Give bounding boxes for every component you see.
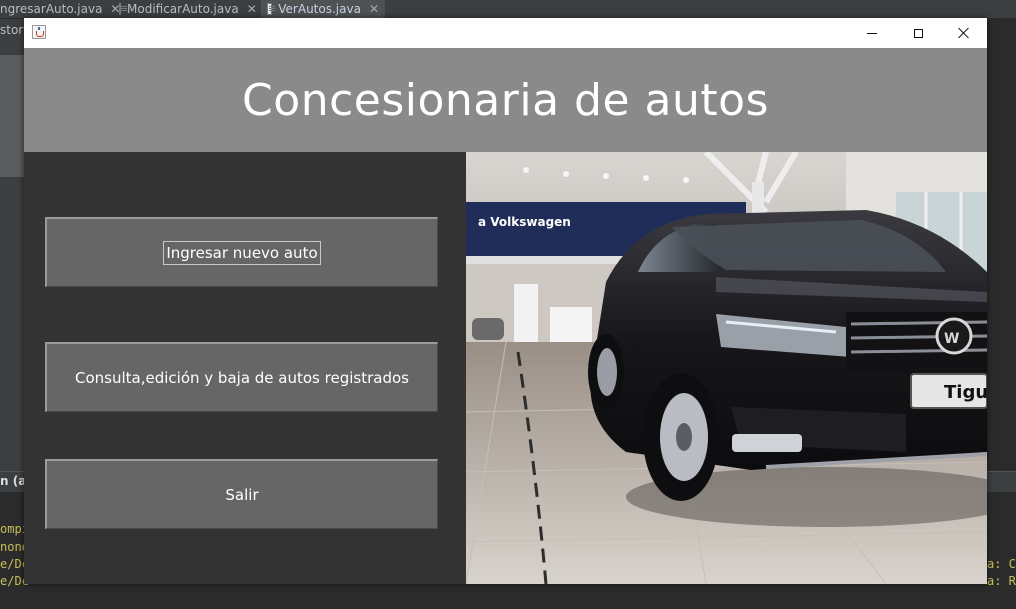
menu-panel: Ingresar nuevo auto Consulta,edición y b… (24, 152, 466, 584)
plate-text: Tigua (944, 382, 987, 403)
ide-tab-ver-autos[interactable]: VerAutos.java ✕ (261, 0, 385, 18)
button-label: Ingresar nuevo auto (163, 240, 321, 265)
minimize-icon (867, 32, 877, 34)
app-window: Concesionaria de autos Ingresar nuevo au… (24, 18, 987, 584)
showroom-car-image: a Volkswagen W Tigu (466, 152, 987, 584)
ide-tab-bar: ngresarAuto.java ✕ ModificarAuto.java ✕ … (0, 0, 1016, 19)
java-file-icon (119, 3, 127, 15)
svg-text:W: W (944, 331, 959, 347)
history-tab[interactable]: story (0, 23, 24, 37)
java-app-icon (32, 25, 46, 39)
close-icon[interactable]: ✕ (369, 2, 379, 16)
add-car-button[interactable]: Ingresar nuevo auto (45, 217, 438, 287)
exit-button[interactable]: Salir (45, 459, 438, 529)
ide-tab-modificar-auto[interactable]: ModificarAuto.java ✕ (113, 0, 261, 18)
close-icon (958, 27, 970, 39)
maximize-icon (913, 28, 923, 38)
output-tab[interactable]: n (au (0, 474, 24, 488)
close-button[interactable] (941, 18, 987, 48)
page-title: Concesionaria de autos (242, 74, 769, 126)
tab-label: ngresarAuto.java (0, 2, 103, 16)
manage-cars-button[interactable]: Consulta,edición y baja de autos registr… (45, 342, 438, 412)
window-titlebar[interactable] (24, 18, 987, 48)
console-line: a: C (987, 557, 1016, 571)
minimize-button[interactable] (849, 18, 895, 48)
close-icon[interactable]: ✕ (247, 2, 257, 16)
java-file-icon (267, 3, 276, 15)
console-line: a: R (987, 574, 1016, 588)
button-label: Salir (225, 485, 259, 504)
header-banner: Concesionaria de autos (24, 48, 987, 152)
ide-tab-ingresar-auto[interactable]: ngresarAuto.java ✕ (0, 0, 120, 18)
maximize-button[interactable] (895, 18, 941, 48)
tab-label: ModificarAuto.java (127, 2, 239, 16)
button-label: Consulta,edición y baja de autos registr… (75, 368, 409, 387)
side-selection (0, 55, 24, 177)
ide-side-panel: story (0, 19, 24, 471)
banner-text: a Volkswagen (478, 215, 571, 229)
tab-label: VerAutos.java (278, 2, 361, 16)
